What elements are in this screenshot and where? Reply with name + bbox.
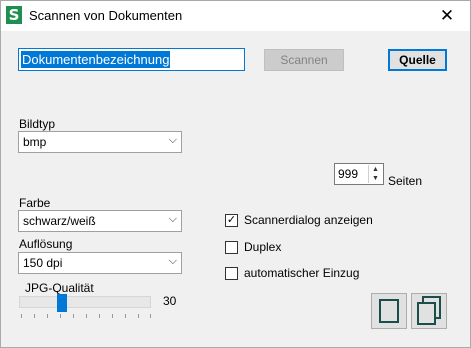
aufloesung-value: 150 dpi [23,256,63,270]
jpg-quality-label: JPG-Qualität [25,281,94,295]
window-title: Scannen von Dokumenten [29,8,183,23]
title-bar: S Scannen von Dokumenten ✕ [1,1,470,31]
single-page-icon [379,299,399,323]
pages-label: Seiten [388,174,423,188]
pages-value: 999 [338,167,359,181]
multi-page-button[interactable] [411,293,447,329]
chevron-down-icon: ⌵ [168,255,177,267]
duplex-label: Duplex [244,240,282,254]
scan-button[interactable]: Scannen [264,49,344,71]
scannerdialog-label: Scannerdialog anzeigen [244,213,373,227]
pages-spinner[interactable]: 999 ▲ ▼ [334,163,384,185]
scannerdialog-checkbox[interactable]: ✓ Scannerdialog anzeigen [225,213,373,227]
slider-ticks [21,314,151,319]
document-name-input[interactable]: Dokumentenbezeichnung [18,48,245,71]
spin-up-icon[interactable]: ▲ [369,165,382,174]
bildtyp-label: Bildtyp [19,117,56,131]
source-button[interactable]: Quelle [388,49,447,71]
spin-down-icon[interactable]: ▼ [369,174,382,183]
spinner-arrows[interactable]: ▲ ▼ [368,165,382,183]
duplex-checkbox[interactable]: Duplex [225,240,281,254]
single-page-button[interactable] [371,293,407,329]
app-logo-icon: S [6,6,22,24]
farbe-value: schwarz/weiß [23,214,96,228]
checkbox-empty-icon[interactable] [225,240,238,254]
checkbox-empty-icon[interactable] [225,266,238,280]
farbe-label: Farbe [19,196,51,210]
chevron-down-icon: ⌵ [168,134,177,146]
bildtyp-value: bmp [23,135,47,149]
chevron-down-icon: ⌵ [168,213,177,225]
slider-thumb[interactable] [57,294,67,312]
einzug-label: automatischer Einzug [244,266,360,280]
einzug-checkbox[interactable]: automatischer Einzug [225,266,359,280]
document-name-selected-text: Dokumentenbezeichnung [21,51,171,68]
aufloesung-select[interactable]: 150 dpi ⌵ [18,252,182,274]
multi-page-icon [417,296,441,325]
farbe-select[interactable]: schwarz/weiß ⌵ [18,210,182,232]
jpg-quality-slider[interactable] [19,296,151,308]
scan-dialog-window: S Scannen von Dokumenten ✕ Dokumentenbez… [0,0,471,348]
close-button[interactable]: ✕ [424,1,470,31]
jpg-quality-value: 30 [163,294,177,308]
checkbox-checked-icon[interactable]: ✓ [225,213,238,227]
bildtyp-select[interactable]: bmp ⌵ [18,131,182,153]
aufloesung-label: Auflösung [19,237,73,251]
